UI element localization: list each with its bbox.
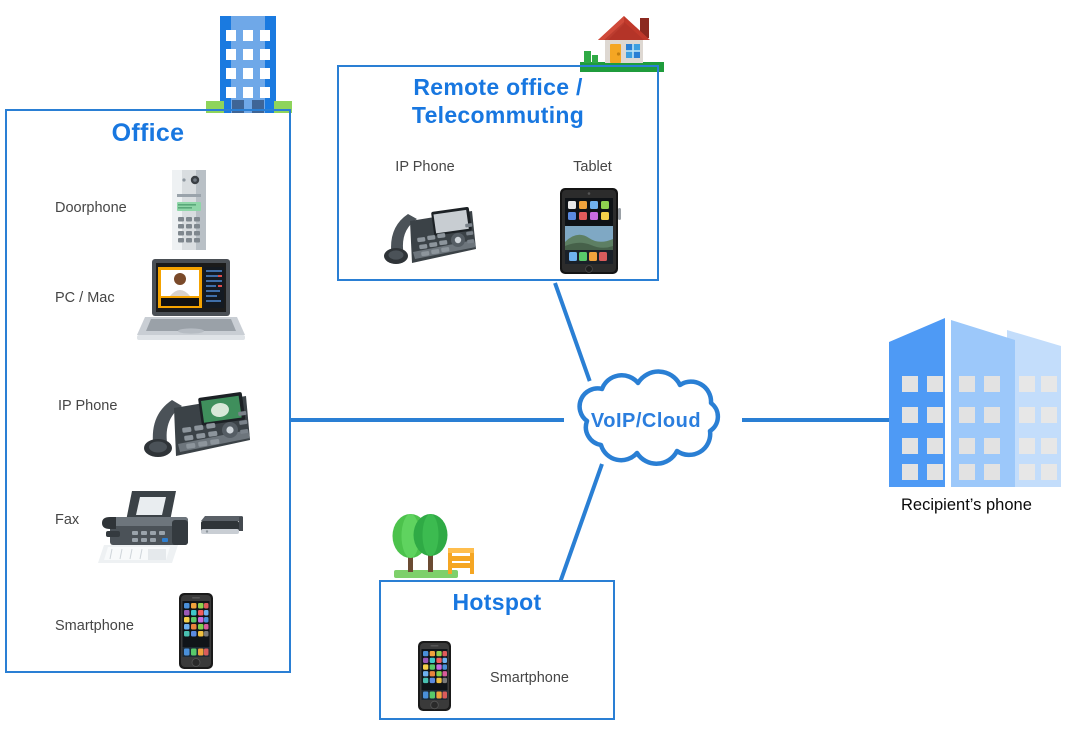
office-label-smartphone: Smartphone — [55, 618, 134, 634]
office-title: Office — [111, 119, 185, 147]
remote-office-title-line1: Remote office / — [413, 74, 583, 100]
house-icon — [580, 10, 664, 72]
office-label-fax: Fax — [55, 512, 80, 528]
link-office-to-cloud — [289, 418, 564, 422]
tablet-icon — [556, 186, 626, 276]
office-buildings-icon — [889, 312, 1061, 487]
doorphone-icon — [168, 170, 210, 250]
laptop-icon — [137, 257, 245, 347]
hotspot-title: Hotspot — [452, 589, 542, 615]
hotspot-label-smartphone: Smartphone — [490, 670, 569, 686]
smartphone-icon-hotspot — [412, 640, 458, 712]
recipient-caption: Recipient’s phone — [901, 496, 1032, 514]
smartphone-icon — [173, 592, 219, 670]
office-label-ip-phone: IP Phone — [58, 398, 118, 414]
trees-and-bench-icon — [390, 508, 480, 580]
office-building-icon — [206, 8, 292, 113]
remote-office-label-ip-phone: IP Phone — [395, 159, 455, 175]
office-label-doorphone: Doorphone — [55, 200, 127, 216]
diagram-canvas: Office Doorphone PC / Mac IP Phone Fax S… — [0, 0, 1072, 735]
voip-gateway-box-icon — [197, 513, 245, 541]
link-cloud-to-hotspot — [558, 463, 604, 582]
desk-ip-phone-icon — [134, 372, 256, 464]
cloud-icon: VoIP/Cloud — [540, 365, 752, 477]
remote-office-label-tablet: Tablet — [573, 159, 612, 175]
cloud-label: VoIP/Cloud — [590, 410, 702, 432]
office-label-pc-mac: PC / Mac — [55, 290, 115, 306]
link-cloud-to-recipient — [742, 418, 897, 422]
desk-ip-phone-icon-remote — [376, 190, 480, 270]
fax-machine-icon — [96, 487, 200, 567]
remote-office-title-line2: Telecommuting — [411, 102, 585, 128]
